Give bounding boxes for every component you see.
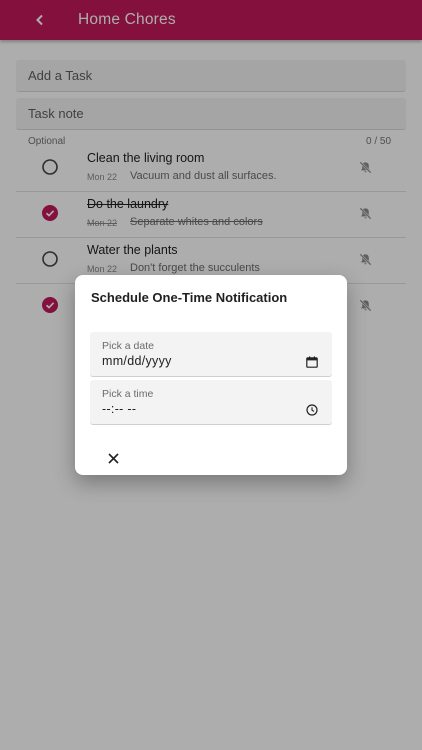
dialog-title: Schedule One-Time Notification (91, 290, 288, 305)
date-field-value[interactable]: mm/dd/yyyy (102, 354, 172, 368)
time-picker-field[interactable]: Pick a time --:-- -- (90, 380, 332, 425)
time-field-label: Pick a time (102, 388, 154, 400)
schedule-notification-dialog: Schedule One-Time Notification Pick a da… (75, 275, 347, 475)
clock-icon[interactable] (306, 403, 318, 416)
calendar-icon[interactable] (306, 355, 318, 368)
time-field-value[interactable]: --:-- -- (102, 402, 136, 416)
date-field-label: Pick a date (102, 340, 154, 352)
close-icon[interactable] (106, 451, 120, 465)
date-picker-field[interactable]: Pick a date mm/dd/yyyy (90, 332, 332, 377)
